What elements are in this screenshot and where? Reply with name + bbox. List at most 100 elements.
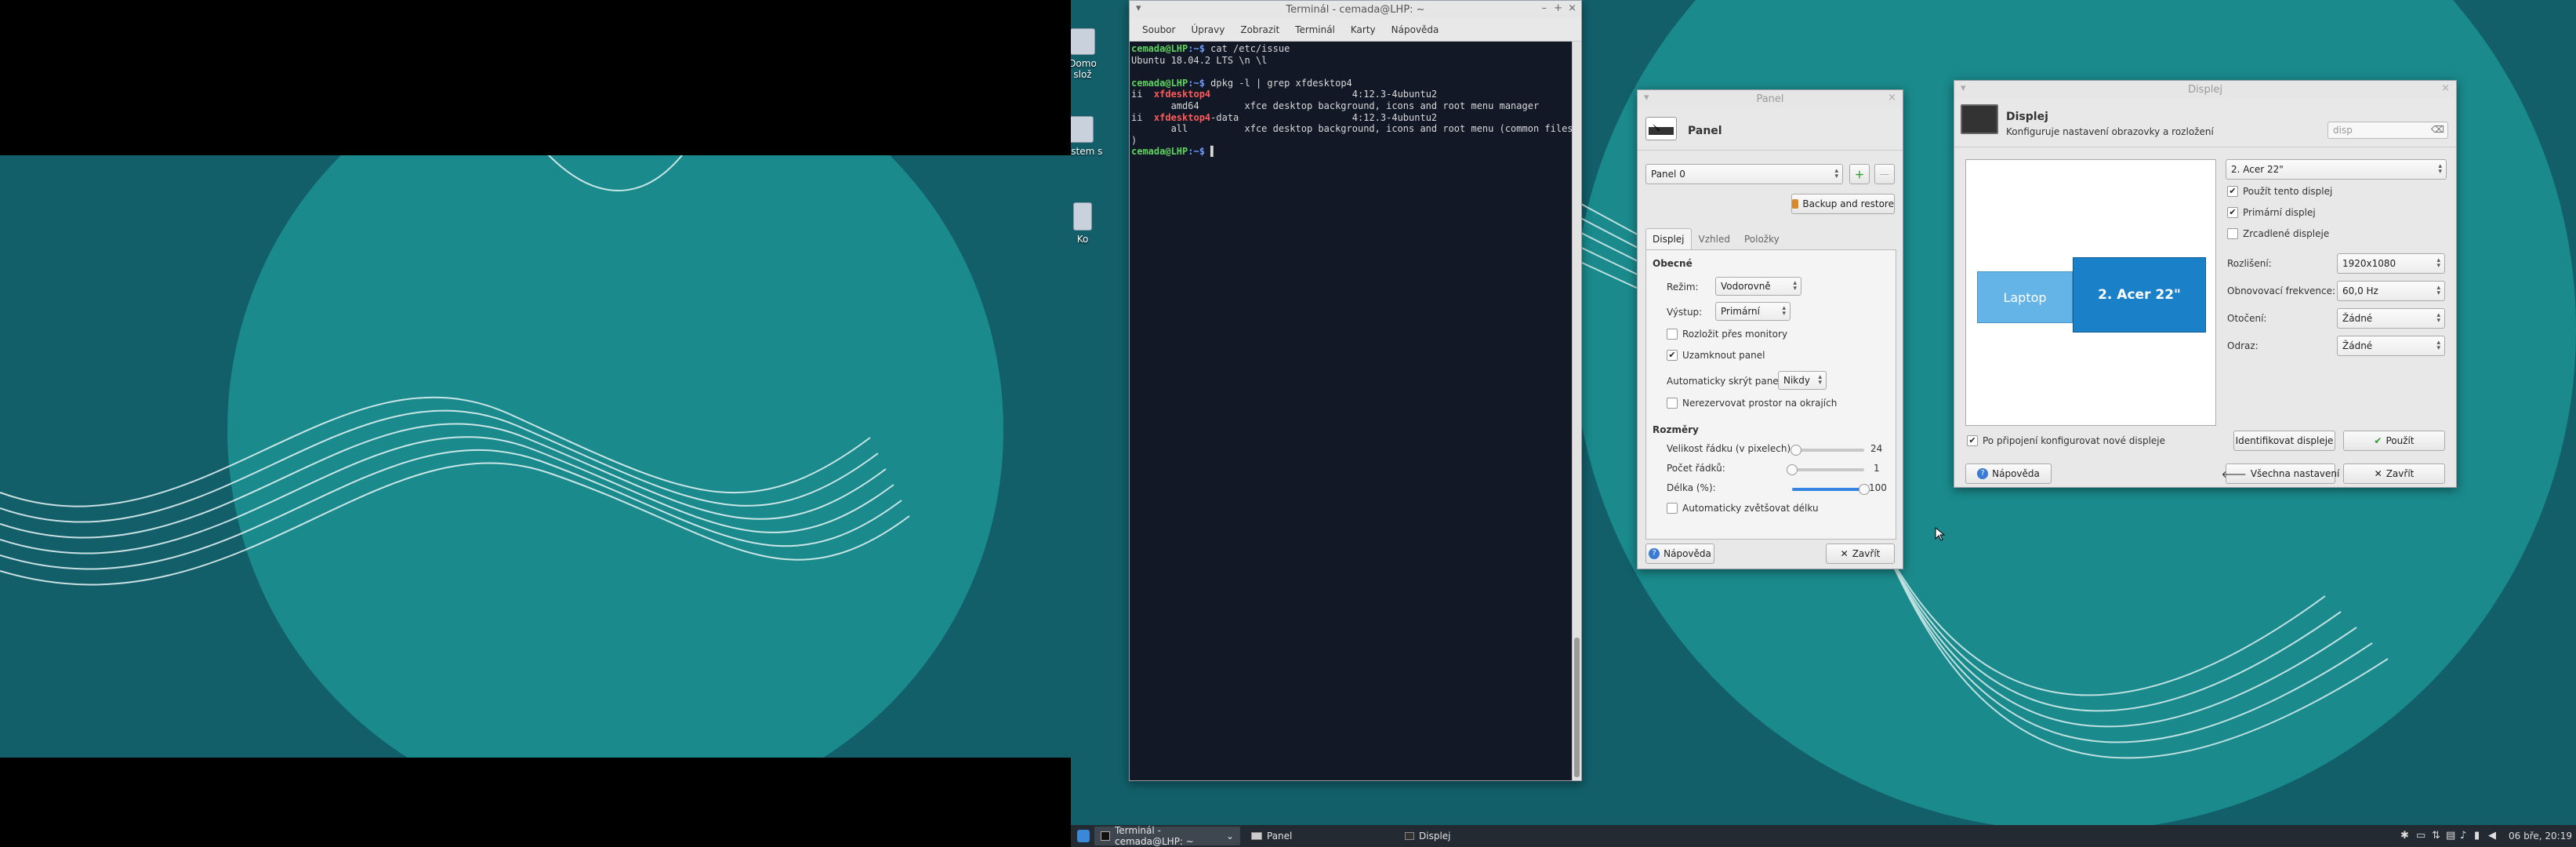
panel-select[interactable]: Panel 0 ▴ ▾ [1645,164,1843,184]
file-system-icon[interactable]: System s [1071,116,1116,157]
primary-display-box[interactable]: ✔ [2227,207,2238,218]
identify-displays-button[interactable]: Identifikovat displeje [2233,431,2335,451]
task-panel[interactable]: Panel [1245,827,1394,845]
scrollbar-thumb[interactable] [1574,638,1580,777]
panel-help-button[interactable]: ? Nápověda [1645,543,1714,564]
task-terminal[interactable]: Terminál - cemada@LHP: ~ ⌄ [1094,825,1240,847]
display-help-button[interactable]: ? Nápověda [1965,463,2052,484]
no-reserve-box[interactable] [1667,398,1678,409]
window-menu-icon[interactable]: ▾ [1961,82,1966,94]
file-system-label: System s [1071,146,1103,157]
mode-select[interactable]: Vodorovně ▴ ▾ [1715,277,1801,296]
window-menu-icon[interactable]: ▾ [1136,2,1141,14]
no-reserve-checkbox[interactable]: Nerezervovat prostor na okrajích [1667,398,1837,409]
tab-displej[interactable]: Displej [1645,228,1692,249]
screen-icon[interactable]: ▭ [2416,830,2425,842]
menu-upravy[interactable]: Úpravy [1183,24,1232,35]
row-size-knob[interactable] [1790,445,1801,456]
display-help-label: Nápověda [1992,468,2040,479]
wallpaper-art [0,155,1003,758]
auto-configure-checkbox[interactable]: ✔ Po připojení konfigurovat nové displeje [1967,435,2165,446]
laptop-display[interactable]: Laptop [1977,271,2073,323]
output-text: ) [1131,134,1137,146]
reflection-value: Žádné [2342,340,2373,351]
prompt-user: cemada@LHP [1131,146,1188,158]
lock-panel-checkbox[interactable]: ✔ Uzamknout panel [1667,350,1765,361]
clear-search-icon[interactable]: ⌫ [2431,124,2444,135]
terminal-scrollbar[interactable] [1572,42,1581,780]
display-titlebar[interactable]: ▾ Displej × [1954,81,2456,98]
reflection-select[interactable]: Žádné ▴ ▾ [2337,336,2445,356]
battery-icon[interactable]: ▮ [2474,830,2480,842]
panel-titlebar[interactable]: ▾ Panel × [1638,90,1903,107]
row-count-knob[interactable] [1787,464,1798,475]
close-icon[interactable]: × [1568,2,1576,14]
menu-soubor[interactable]: Soubor [1134,24,1183,35]
mirror-displays-box[interactable] [2227,228,2238,239]
volume-icon[interactable]: ◀ [2488,830,2496,842]
minimize-icon[interactable]: – [1542,2,1547,14]
search-input[interactable]: disp ⌫ [2327,122,2448,139]
auto-length-checkbox[interactable]: Automaticky zvětšovat délku [1667,503,1819,514]
clipboard-icon[interactable]: ▤ [2446,830,2455,842]
span-monitors-box[interactable] [1667,329,1678,340]
menu-karty[interactable]: Karty [1343,24,1384,35]
backup-restore-button[interactable]: Backup and restore [1791,194,1895,214]
trash-icon[interactable]: Ko [1071,202,1118,245]
terminal-line: all xfce desktop background, icons and r… [1131,123,1572,135]
apply-button[interactable]: ✔ Použít [2343,431,2445,451]
output-select[interactable]: Primární ▴ ▾ [1715,302,1791,321]
terminal-line: ii xfdesktop4 4:12.3-4ubuntu2 [1131,89,1570,100]
home-folder-label: Domo [1071,58,1097,69]
clock[interactable]: 06 bře, 20:19 [2509,831,2572,842]
maximize-icon[interactable]: + [1554,2,1562,14]
all-settings-button[interactable]: 🡐 Všechna nastavení [2222,463,2339,484]
tab-vzhled[interactable]: Vzhled [1692,228,1737,249]
use-display-checkbox[interactable]: ✔ Použít tento displej [2227,186,2332,197]
span-monitors-checkbox[interactable]: Rozložit přes monitory [1667,329,1787,340]
rotation-select[interactable]: Žádné ▴ ▾ [2337,308,2445,329]
use-display-box[interactable]: ✔ [2227,186,2238,197]
terminal-title: Terminál - cemada@LHP: ~ [1286,3,1425,16]
whisker-menu-icon[interactable] [1077,830,1090,842]
output-text: ii [1131,89,1154,100]
terminal-titlebar[interactable]: ▾ Terminál - cemada@LHP: ~ – + × [1130,1,1581,18]
acer-display[interactable]: 2. Acer 22" [2073,257,2206,333]
primary-display-checkbox[interactable]: ✔ Primární displej [2227,207,2316,218]
tab-polozky[interactable]: Položky [1737,228,1787,249]
display-layout-canvas[interactable]: Laptop 2. Acer 22" [1965,159,2216,426]
trash-label: Ko [1076,234,1089,245]
section-general: Obecné [1653,258,1693,269]
panel-close-button[interactable]: ✕ Zavřít [1826,543,1895,564]
network-icon[interactable]: ⇅ [2432,830,2440,842]
window-menu-icon[interactable]: ▾ [1644,92,1649,104]
menu-terminal[interactable]: Terminál [1287,24,1343,35]
refresh-select[interactable]: 60,0 Hz ▴ ▾ [2337,281,2445,301]
bluetooth-icon[interactable]: ✱ [2400,830,2409,842]
display-select[interactable]: 2. Acer 22" ▴ ▾ [2226,159,2447,180]
row-size-slider[interactable] [1790,445,1864,456]
notification-icon[interactable]: ♪ [2460,830,2466,842]
menu-napoveda[interactable]: Nápověda [1384,24,1447,35]
close-icon[interactable]: × [1888,92,1896,104]
add-panel-button[interactable]: ＋ [1849,164,1870,184]
length-knob[interactable] [1859,484,1870,495]
mirror-displays-checkbox[interactable]: Zrcadlené displeje [2227,228,2329,239]
resolution-select[interactable]: 1920x1080 ▴ ▾ [2337,253,2445,274]
close-icon[interactable]: × [2441,82,2450,94]
plus-icon: ＋ [1854,169,1864,180]
task-display[interactable]: Displej [1399,827,1547,845]
display-close-button[interactable]: ✕ Zavřít [2343,463,2445,484]
terminal-line: Ubuntu 18.04.2 LTS \n \l [1131,55,1570,67]
home-folder-icon[interactable]: Domo slož [1071,28,1118,80]
menu-zobrazit[interactable]: Zobrazit [1232,24,1287,35]
autohide-select[interactable]: Nikdy ▴ ▾ [1778,371,1827,390]
auto-length-box[interactable] [1667,503,1678,514]
terminal-output[interactable]: cemada@LHP:~$ cat /etc/issue Ubuntu 18.04… [1130,42,1572,780]
remove-panel-button[interactable]: — [1874,164,1895,184]
row-count-slider[interactable] [1787,464,1864,475]
auto-configure-box[interactable]: ✔ [1967,435,1978,446]
length-slider[interactable] [1792,484,1870,495]
panel-select-value: Panel 0 [1651,169,1685,180]
lock-panel-box[interactable]: ✔ [1667,350,1678,361]
